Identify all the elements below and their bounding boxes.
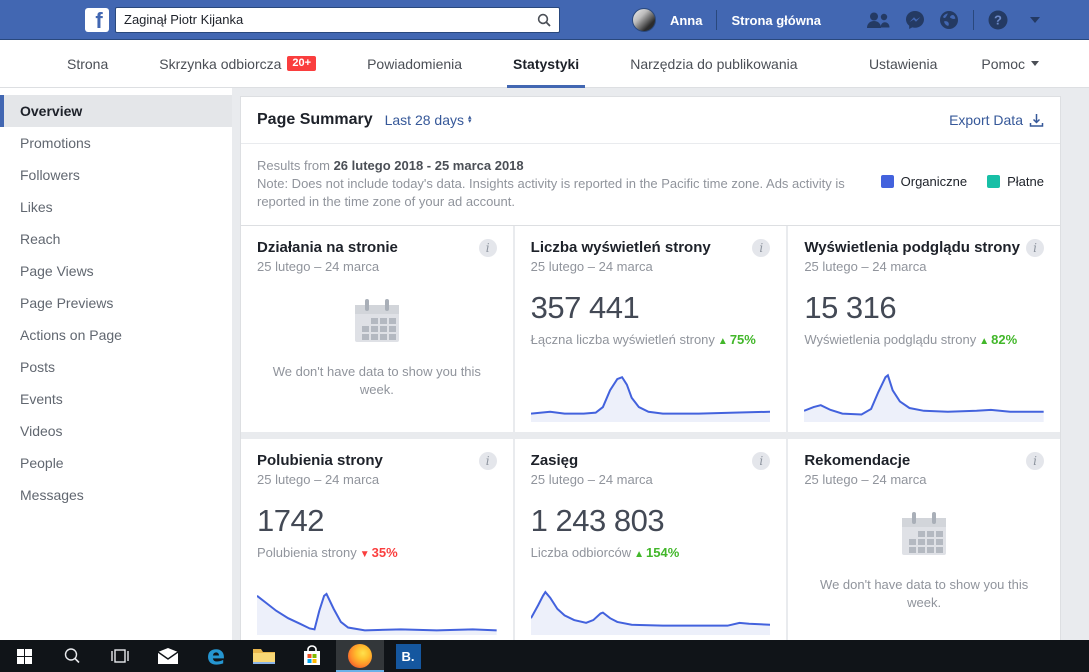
card-zasieg[interactable]: Zasięg 25 lutego – 24 marca i 1 243 803 … <box>515 439 787 645</box>
b-app-icon: B. <box>396 644 421 669</box>
task-view-icon <box>110 648 130 664</box>
sidebar-item-page-previews[interactable]: Page Previews <box>0 287 232 319</box>
page-summary-panel: Page Summary Last 28 days ▴▾ Export Data… <box>240 96 1061 656</box>
legend-paid: Płatne <box>987 174 1044 189</box>
tab-ustawienia[interactable]: Ustawienia <box>867 56 939 72</box>
info-icon[interactable]: i <box>479 452 497 470</box>
search-icon[interactable] <box>529 8 559 32</box>
friend-requests-icon[interactable] <box>865 11 891 29</box>
messenger-icon[interactable] <box>905 10 925 30</box>
facebook-header: f Anna Strona główna ? <box>0 0 1089 40</box>
mail-button[interactable] <box>144 640 192 672</box>
page-summary-title: Page Summary <box>257 111 373 129</box>
tab-powiadomienia[interactable]: Powiadomienia <box>365 40 464 87</box>
sidebar-item-messages[interactable]: Messages <box>0 479 232 511</box>
sidebar-item-reach[interactable]: Reach <box>0 223 232 255</box>
sidebar-item-likes[interactable]: Likes <box>0 191 232 223</box>
start-button[interactable] <box>0 640 48 672</box>
export-data-button[interactable]: Export Data <box>949 112 1044 128</box>
results-date-range: 26 lutego 2018 - 25 marca 2018 <box>334 158 524 173</box>
edge-icon: e <box>207 644 225 668</box>
sidebar-item-people[interactable]: People <box>0 447 232 479</box>
card-dzialania-na-stronie[interactable]: Działania na stronie 25 lutego – 24 marc… <box>241 226 513 432</box>
metric-value: 15 316 <box>804 290 1044 326</box>
tab-skrzynka-odbiorcza[interactable]: Skrzynka odbiorcza20+ <box>157 40 318 87</box>
windows-taskbar: e B. <box>0 640 1089 672</box>
inbox-badge: 20+ <box>287 56 316 71</box>
account-menu-caret-icon[interactable] <box>1030 17 1040 23</box>
firefox-button[interactable] <box>336 640 384 672</box>
facebook-logo[interactable]: f <box>85 8 109 32</box>
sparkline-chart <box>257 579 497 635</box>
sidebar-item-videos[interactable]: Videos <box>0 415 232 447</box>
firefox-icon <box>348 644 372 668</box>
sidebar-item-posts[interactable]: Posts <box>0 351 232 383</box>
summary-cards-grid: Działania na stronie 25 lutego – 24 marc… <box>241 225 1060 645</box>
edge-button[interactable]: e <box>192 640 240 672</box>
profile-avatar[interactable] <box>632 8 656 32</box>
b-app-button[interactable]: B. <box>384 640 432 672</box>
help-icon[interactable]: ? <box>988 10 1008 30</box>
metric-value: 357 441 <box>531 290 771 326</box>
tab-narzedzia-do-publikowania[interactable]: Narzędzia do publikowania <box>628 40 799 87</box>
tab-pomoc[interactable]: Pomoc <box>979 56 1041 72</box>
info-icon[interactable]: i <box>1026 452 1044 470</box>
metric-value: 1742 <box>257 503 497 539</box>
home-link[interactable]: Strona główna <box>731 13 821 28</box>
date-range-selector[interactable]: Last 28 days ▴▾ <box>385 112 472 128</box>
notifications-globe-icon[interactable] <box>939 10 959 30</box>
sidebar-item-promotions[interactable]: Promotions <box>0 127 232 159</box>
sidebar-item-page-views[interactable]: Page Views <box>0 255 232 287</box>
organic-swatch <box>881 175 894 188</box>
profile-name-link[interactable]: Anna <box>670 13 703 28</box>
calendar-icon <box>899 511 949 557</box>
metric-value: 1 243 803 <box>531 503 771 539</box>
sidebar-item-actions-on-page[interactable]: Actions on Page <box>0 319 232 351</box>
range-sort-caret-icon: ▴▾ <box>468 116 472 124</box>
search-input[interactable] <box>116 12 529 27</box>
card-polubienia-strony[interactable]: Polubienia strony 25 lutego – 24 marca i… <box>241 439 513 645</box>
paid-swatch <box>987 175 1000 188</box>
search-box <box>115 7 560 33</box>
sparkline-chart <box>531 579 771 635</box>
store-icon <box>301 645 323 667</box>
card-wyswietlenia-podgladu-strony[interactable]: Wyświetlenia podglądu strony 25 lutego –… <box>788 226 1060 432</box>
calendar-icon <box>352 298 402 344</box>
info-icon[interactable]: i <box>752 239 770 257</box>
file-explorer-button[interactable] <box>240 640 288 672</box>
file-explorer-icon <box>252 647 276 665</box>
sidebar-item-events[interactable]: Events <box>0 383 232 415</box>
legend-organic: Organiczne <box>881 174 967 189</box>
windows-logo-icon <box>17 649 32 664</box>
page-tabs-bar: Strona Skrzynka odbiorcza20+ Powiadomien… <box>0 40 1089 88</box>
delta-badge: 75% <box>718 332 756 347</box>
store-button[interactable] <box>288 640 336 672</box>
mail-icon <box>157 648 179 664</box>
info-icon[interactable]: i <box>1026 239 1044 257</box>
taskbar-search-button[interactable] <box>48 640 96 672</box>
delta-badge: 35% <box>360 545 398 560</box>
header-divider <box>716 10 717 30</box>
info-icon[interactable]: i <box>479 239 497 257</box>
svg-text:?: ? <box>994 13 1002 28</box>
download-icon <box>1029 113 1044 128</box>
card-rekomendacje[interactable]: Rekomendacje 25 lutego – 24 marca i <box>788 439 1060 645</box>
header-divider <box>973 10 974 30</box>
sidebar-item-overview[interactable]: Overview <box>0 95 232 127</box>
sparkline-chart <box>804 366 1044 422</box>
tab-strona[interactable]: Strona <box>65 40 110 87</box>
delta-badge: 154% <box>634 545 679 560</box>
chart-legend: Organiczne Płatne <box>881 157 1044 211</box>
delta-badge: 82% <box>979 332 1017 347</box>
insights-sidebar: Overview Promotions Followers Likes Reac… <box>0 88 232 640</box>
sparkline-chart <box>531 366 771 422</box>
task-view-button[interactable] <box>96 640 144 672</box>
pomoc-caret-icon <box>1031 61 1039 66</box>
card-liczba-wyswietlen-strony[interactable]: Liczba wyświetleń strony 25 lutego – 24 … <box>515 226 787 432</box>
tab-statystyki[interactable]: Statystyki <box>511 40 581 87</box>
search-icon <box>63 647 81 665</box>
results-note: Results from 26 lutego 2018 - 25 marca 2… <box>257 157 881 211</box>
info-icon[interactable]: i <box>752 452 770 470</box>
sidebar-item-followers[interactable]: Followers <box>0 159 232 191</box>
